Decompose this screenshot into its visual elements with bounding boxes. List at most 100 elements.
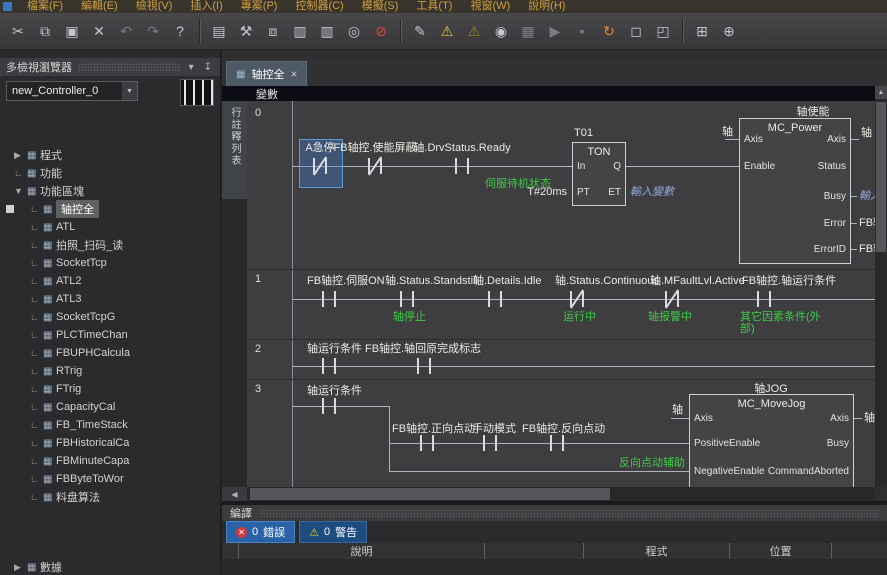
tree-item[interactable]: ∟▦ATL2	[0, 272, 220, 290]
rung-number[interactable]: 2	[255, 343, 261, 355]
horizontal-scrollbar-thumb[interactable]	[250, 488, 610, 500]
warning-show-icon[interactable]: ⚠	[434, 18, 460, 44]
ladder-editor[interactable]: 0 A急停 FB轴控.使能屏蔽 轴.DrvStatus.Ready 伺服待机状态…	[247, 101, 875, 487]
menu-edit[interactable]: 編輯(E)	[72, 0, 127, 13]
controller-select[interactable]: new_Controller_0 ▼	[6, 81, 138, 101]
no-contact[interactable]	[414, 358, 434, 374]
chevron-down-icon[interactable]: ▼	[122, 82, 137, 100]
abort-icon[interactable]: ⊘	[368, 18, 394, 44]
menu-project[interactable]: 專案(P)	[232, 0, 287, 13]
search-icon[interactable]: ◎	[341, 18, 367, 44]
tree-item[interactable]: ∟▦料盘算法	[0, 488, 220, 506]
rung-number[interactable]: 1	[255, 273, 261, 285]
tree-item-functions[interactable]: ∟▦功能	[0, 164, 220, 182]
menu-file[interactable]: 檔案(F)	[18, 0, 72, 13]
timer-block-ton[interactable]: TON In Q PT ET	[572, 142, 626, 206]
no-contact[interactable]	[480, 435, 500, 451]
tree-item[interactable]: ∟▦FBMinuteCapa	[0, 452, 220, 470]
vertical-scrollbar-thumb[interactable]	[876, 102, 886, 252]
no-contact[interactable]	[319, 398, 339, 414]
tree-item[interactable]: ∟▦PLCTimeChan	[0, 326, 220, 344]
menu-controller[interactable]: 控制器(C)	[286, 0, 352, 13]
monitor-icon[interactable]: ▥	[314, 18, 340, 44]
tree-item[interactable]: ∟▦RTrig	[0, 362, 220, 380]
tree-item-data[interactable]: ▶▦數據	[0, 558, 220, 575]
menu-view[interactable]: 檢視(V)	[127, 0, 182, 13]
warnings-tab[interactable]: ⚠ 0 警告	[299, 521, 367, 543]
build-tools-icon[interactable]: ⚒	[233, 18, 259, 44]
tab-axis-control[interactable]: ▦ 轴控全 ×	[226, 61, 307, 86]
menu-window[interactable]: 視窗(W)	[461, 0, 519, 13]
help-icon[interactable]: ?	[167, 18, 193, 44]
no-contact[interactable]	[452, 158, 472, 174]
rung-number[interactable]: 3	[255, 383, 261, 395]
tree-item[interactable]: ∟▦FTrig	[0, 380, 220, 398]
tree-item-axis-control[interactable]: ∟▦轴控全	[0, 200, 220, 218]
vertical-scrollbar[interactable]: ▲	[875, 86, 887, 487]
line-comment-tab[interactable]: 行註釋列表	[222, 101, 247, 199]
column-description[interactable]: 說明	[238, 543, 484, 559]
sync-icon[interactable]: ↻	[596, 18, 622, 44]
no-contact[interactable]	[319, 358, 339, 374]
paste-icon[interactable]: ▣	[59, 18, 85, 44]
errors-tab[interactable]: ✕ 0 錯誤	[226, 521, 295, 543]
menu-help[interactable]: 說明(H)	[519, 0, 574, 13]
delete-icon[interactable]: ✕	[86, 18, 112, 44]
zoom-icon[interactable]: ⊕	[716, 18, 742, 44]
axis-out-variable[interactable]: 轴	[861, 127, 872, 139]
tree-item[interactable]: ∟▦ATL	[0, 218, 220, 236]
tree-item[interactable]: ∟▦FB_TimeStack	[0, 416, 220, 434]
errorid-out-variable[interactable]: FB轴控	[859, 243, 875, 255]
no-contact[interactable]	[319, 291, 339, 307]
build-result-list[interactable]	[222, 559, 887, 575]
tree-item[interactable]: ∟▦CapacityCal	[0, 398, 220, 416]
column-program[interactable]: 程式	[583, 543, 729, 559]
tree-item-function-blocks[interactable]: ▼▦功能區塊	[0, 182, 220, 200]
stop-icon[interactable]: ▪	[569, 18, 595, 44]
no-contact[interactable]	[754, 291, 774, 307]
error-out-variable[interactable]: FB轴控	[859, 217, 875, 229]
no-contact[interactable]	[485, 291, 505, 307]
cut-icon[interactable]: ✂	[5, 18, 31, 44]
function-block-mc-power[interactable]: MC_Power Axis Enable Axis Status Busy Er…	[739, 118, 851, 264]
redo-icon[interactable]: ↷	[140, 18, 166, 44]
busy-out-placeholder[interactable]: 輸入變數	[859, 190, 875, 202]
axis-variable[interactable]: 轴	[647, 404, 683, 416]
scroll-left-button[interactable]: ◀	[222, 487, 247, 501]
no-contact[interactable]	[547, 435, 567, 451]
nc-contact[interactable]	[662, 291, 682, 307]
tree-item[interactable]: ∟▦SocketTcp	[0, 254, 220, 272]
undo-icon[interactable]: ↶	[113, 18, 139, 44]
collapse-icon[interactable]: ▾	[187, 62, 196, 73]
grid-icon[interactable]: ▦	[515, 18, 541, 44]
watch-icon[interactable]: ◉	[488, 18, 514, 44]
no-contact[interactable]	[397, 291, 417, 307]
tree-item[interactable]: ∟▦FBByteToWor	[0, 470, 220, 488]
tree-item[interactable]: ∟▦ATL3	[0, 290, 220, 308]
pin-icon[interactable]: ↧	[202, 62, 214, 73]
axis-out-variable[interactable]: 轴	[864, 412, 875, 424]
scroll-up-button[interactable]: ▲	[875, 86, 887, 99]
frame-a-icon[interactable]: ◻	[623, 18, 649, 44]
timer-pt-value[interactable]: T#20ms	[515, 186, 567, 198]
nc-contact-emergency-stop[interactable]	[310, 158, 330, 174]
tree-item[interactable]: ∟▦SocketTcpG	[0, 308, 220, 326]
select-area-icon[interactable]: ⊞	[689, 18, 715, 44]
window-icon[interactable]: ▤	[206, 18, 232, 44]
menu-insert[interactable]: 插入(I)	[181, 0, 231, 13]
horizontal-scrollbar[interactable]	[247, 487, 875, 501]
close-icon[interactable]: ×	[290, 67, 297, 81]
tree-item-programs[interactable]: ▶▦程式	[0, 146, 220, 164]
copy-icon[interactable]: ⧉	[32, 18, 58, 44]
column-location[interactable]: 位置	[729, 543, 831, 559]
warning-dim-icon[interactable]: ⚠	[461, 18, 487, 44]
nc-contact[interactable]	[567, 291, 587, 307]
ladder-editor-icon[interactable]: ⧈	[260, 18, 286, 44]
no-contact[interactable]	[417, 435, 437, 451]
nc-contact[interactable]	[365, 158, 385, 174]
axis-variable[interactable]: 轴	[703, 126, 733, 138]
io-map-icon[interactable]: ▥	[287, 18, 313, 44]
tree-item[interactable]: ∟▦拍照_扫码_读	[0, 236, 220, 254]
menu-simulation[interactable]: 模擬(S)	[353, 0, 408, 13]
tree-item[interactable]: ∟▦FBHistoricalCa	[0, 434, 220, 452]
